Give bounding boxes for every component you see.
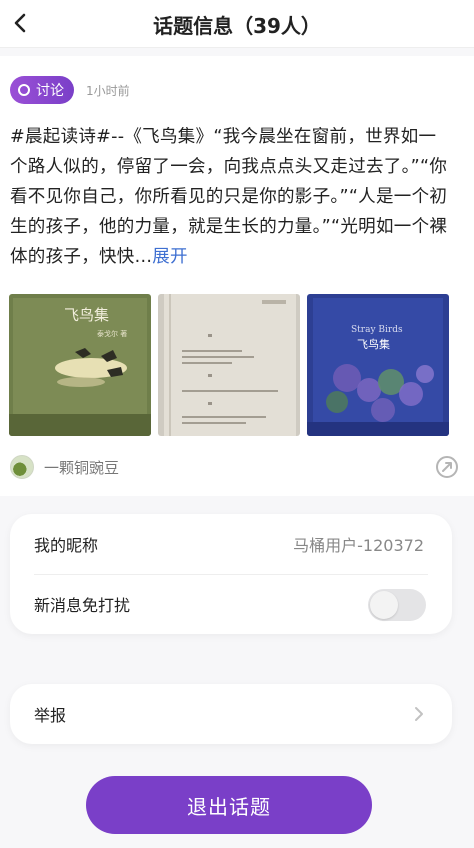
- cover-title-3: Stray Birds: [351, 325, 403, 335]
- tag-label: 讨论: [36, 83, 64, 99]
- share-button[interactable]: [434, 454, 460, 480]
- report-row[interactable]: 举报: [10, 684, 452, 744]
- dnd-label: 新消息免打扰: [34, 596, 131, 615]
- expand-link[interactable]: 展开: [152, 247, 188, 267]
- top-bar: 话题信息（39人）: [0, 0, 474, 48]
- nickname-label: 我的昵称: [34, 536, 99, 555]
- report-card[interactable]: 举报: [10, 684, 452, 744]
- avatar: [10, 455, 34, 479]
- page-title: 话题信息（39人）: [153, 14, 321, 38]
- topic-post: 讨论 1小时前 #晨起读诗#--《飞鸟集》“我今晨坐在窗前，世界如一个路人似的，…: [0, 56, 474, 496]
- chevron-right-icon: [415, 707, 423, 721]
- nickname-value: 马桶用户-120372: [293, 536, 424, 555]
- post-image-2[interactable]: [158, 294, 300, 436]
- report-label: 举报: [34, 706, 67, 725]
- post-meta: 讨论 1小时前: [10, 76, 130, 104]
- cover-subtitle-3: 飞鸟集: [357, 337, 390, 351]
- post-images: 飞鸟集 泰戈尔 著 Stray Birds 飞鸟集: [9, 294, 453, 436]
- dnd-toggle[interactable]: [368, 589, 426, 621]
- post-content: #晨起读诗#--《飞鸟集》“我今晨坐在窗前，世界如一个路人似的，停留了一会，向我…: [10, 122, 450, 272]
- cover-title-1: 飞鸟集: [64, 306, 109, 324]
- toggle-knob: [370, 591, 398, 619]
- book-cover-image: 飞鸟集 泰戈尔 著: [9, 294, 151, 436]
- book-page-image: [158, 294, 300, 436]
- exit-topic-button[interactable]: 退出话题: [86, 776, 372, 834]
- share-icon: [436, 456, 458, 478]
- topic-settings-card: 我的昵称 马桶用户-120372 新消息免打扰: [10, 514, 452, 634]
- post-author[interactable]: 一颗铜豌豆: [10, 454, 119, 480]
- dnd-row: 新消息免打扰: [10, 574, 452, 634]
- discussion-tag[interactable]: 讨论: [10, 76, 74, 104]
- nickname-row[interactable]: 我的昵称 马桶用户-120372: [10, 514, 452, 574]
- post-image-1[interactable]: 飞鸟集 泰戈尔 著: [9, 294, 151, 436]
- book-cover-image: Stray Birds 飞鸟集: [307, 294, 449, 436]
- post-image-3[interactable]: Stray Birds 飞鸟集: [307, 294, 449, 436]
- cover-author-1: 泰戈尔 著: [97, 329, 127, 338]
- post-text: #晨起读诗#--《飞鸟集》“我今晨坐在窗前，世界如一个路人似的，停留了一会，向我…: [10, 127, 448, 267]
- author-name: 一颗铜豌豆: [44, 458, 120, 477]
- post-time: 1小时前: [86, 83, 130, 98]
- ring-icon: [18, 84, 30, 96]
